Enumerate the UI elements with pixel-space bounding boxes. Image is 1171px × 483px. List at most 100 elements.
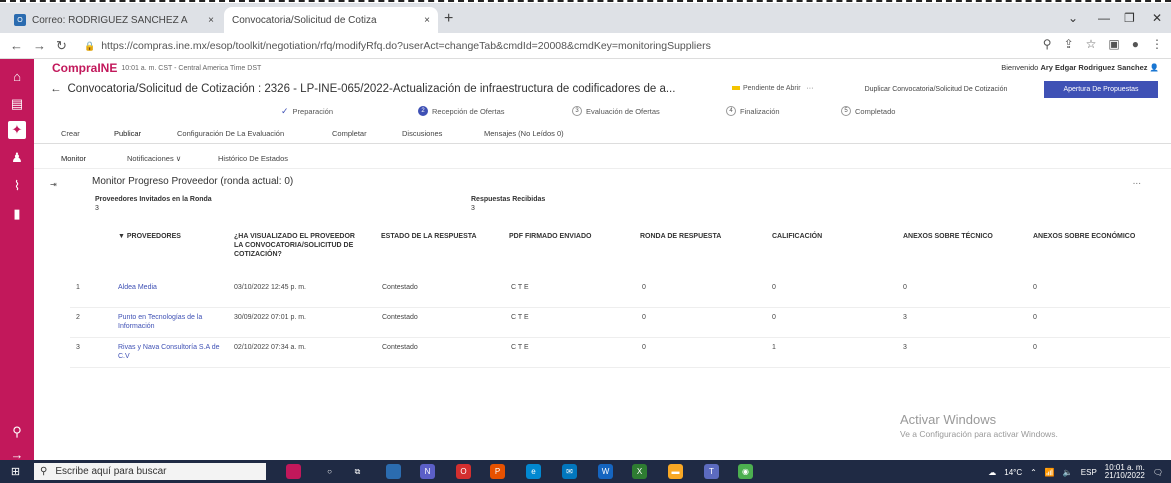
check-icon: ✓ [281, 106, 289, 116]
browser-tab-rfq[interactable]: Convocatoria/Solicitud de Cotiza × [224, 7, 438, 33]
menu-icon[interactable]: ⋮ [1151, 37, 1163, 51]
tab-publicar[interactable]: Publicar [114, 129, 141, 138]
reload-icon[interactable]: ↻ [56, 38, 67, 54]
minimize-icon[interactable]: — [1098, 11, 1110, 25]
more-icon[interactable]: ... [1133, 176, 1141, 187]
share-icon[interactable]: ⇪ [1064, 37, 1074, 51]
supplier-link[interactable]: Aldea Media [118, 283, 157, 292]
received-value: 3 [471, 205, 475, 212]
powerpoint-icon[interactable]: P [490, 464, 505, 479]
taskbar-search-input[interactable]: ⚲ Escribe aquí para buscar [34, 463, 266, 480]
table-row: 3 Rivas y Nava Consultoría S.A de C.V 02… [70, 334, 1170, 368]
app-logo[interactable]: CompraINE [52, 61, 117, 75]
tab-completar[interactable]: Completar [332, 129, 367, 138]
new-tab-button[interactable]: + [444, 10, 453, 28]
step-preparacion: ✓ Preparación [281, 106, 333, 116]
invited-value: 3 [95, 205, 99, 212]
col-pdf: PDF FIRMADO ENVIADO [509, 233, 592, 240]
panel-title: Monitor Progreso Proveedor (ronda actual… [92, 176, 294, 187]
table-row: 2 Punto en Tecnologías de la Información… [70, 304, 1170, 338]
user-icon: 👤 [1149, 63, 1159, 72]
people-icon[interactable]: ♟ [8, 149, 26, 167]
language[interactable]: ESP [1081, 468, 1097, 477]
assistant-icon[interactable] [286, 464, 301, 479]
step-evaluacion: 3 Evaluación de Ofertas [572, 106, 660, 116]
store-icon[interactable] [386, 464, 401, 479]
task-view-icon[interactable]: ⧉ [350, 464, 365, 479]
handshake-icon[interactable]: ✦ [8, 121, 26, 139]
monitor-panel: ⇥ Monitor Progreso Proveedor (ronda actu… [34, 170, 1171, 460]
outlook-icon: O [14, 14, 26, 26]
browser-tab-mail[interactable]: O Correo: RODRIGUEZ SANCHEZ A × [6, 7, 222, 33]
folder-icon[interactable]: ▮ [8, 205, 26, 223]
windows-start-icon[interactable]: ⊞ [8, 464, 23, 479]
activation-watermark: Activar Windows Ve a Configuración para … [900, 412, 1058, 439]
sidebar-icon[interactable]: ▣ [1108, 37, 1119, 51]
star-icon[interactable]: ☆ [1086, 37, 1097, 51]
zoom-icon[interactable]: ⚲ [1043, 37, 1052, 51]
close-window-icon[interactable]: ✕ [1152, 11, 1162, 25]
url-field[interactable]: 🔒 https://compras.ine.mx/esop/toolkit/ne… [84, 36, 1084, 56]
col-proveedores[interactable]: ▼ PROVEEDORES [118, 232, 181, 241]
tab-label: Correo: RODRIGUEZ SANCHEZ A [32, 14, 188, 26]
tab-configuracion[interactable]: Configuración De La Evaluación [177, 129, 284, 138]
opera-icon[interactable]: O [456, 464, 471, 479]
col-tecnico: ANEXOS SOBRE TÉCNICO [903, 233, 993, 240]
word-icon[interactable]: W [598, 464, 613, 479]
tab-label: Convocatoria/Solicitud de Cotiza [232, 14, 377, 26]
back-icon[interactable]: ← [10, 38, 23, 53]
search-icon: ⚲ [40, 466, 48, 477]
status-badge: Pendiente de Abrir ··· [732, 85, 813, 92]
supplier-link[interactable]: Punto en Tecnologías de la Información [118, 313, 228, 331]
collapse-icon[interactable]: ⇥ [50, 180, 57, 189]
subtab-historico[interactable]: Histórico De Estados [218, 154, 288, 163]
forward-icon[interactable]: → [33, 38, 46, 53]
tab-crear[interactable]: Crear [61, 129, 80, 138]
progress-stepper: ✓ Preparación 2 Recepción de Ofertas 3 Eval… [34, 103, 1171, 121]
main-tabs: Crear Publicar Configuración De La Evalu… [34, 124, 1171, 144]
maximize-icon[interactable]: ❐ [1124, 11, 1135, 25]
notifications-icon[interactable]: 🗨 [1153, 468, 1163, 477]
onenote-icon[interactable]: N [420, 464, 435, 479]
browser-tabbar: O Correo: RODRIGUEZ SANCHEZ A × Convocat… [0, 3, 1171, 33]
back-arrow-icon[interactable]: ← [50, 83, 62, 95]
chrome-icon[interactable]: ◉ [738, 464, 753, 479]
chart-icon[interactable]: ⌇ [8, 177, 26, 195]
page-title-bar: ← Convocatoria/Solicitud de Cotización :… [34, 77, 1171, 101]
close-icon[interactable]: × [424, 15, 430, 26]
subtab-monitor[interactable]: Monitor [61, 154, 86, 163]
duplicate-button[interactable]: Duplicar Convocatoria/Solicitud De Cotiz… [840, 81, 1032, 98]
col-estado: ESTADO DE LA RESPUESTA [381, 233, 477, 240]
col-calificacion: CALIFICACIÓN [772, 233, 823, 240]
supplier-link[interactable]: Rivas y Nava Consultoría S.A de C.V [118, 343, 230, 361]
cortana-icon[interactable]: ○ [322, 464, 337, 479]
address-bar: ← → ↻ 🔒 https://compras.ine.mx/esop/tool… [0, 33, 1171, 59]
tab-discusiones[interactable]: Discusiones [402, 129, 442, 138]
subtab-notificaciones[interactable]: Notificaciones ∨ [127, 154, 181, 163]
home-icon[interactable]: ⌂ [8, 67, 26, 85]
mail-icon[interactable]: ✉ [562, 464, 577, 479]
excel-icon[interactable]: X [632, 464, 647, 479]
chevron-down-icon[interactable]: ⌄ [1068, 11, 1078, 25]
network-icon[interactable]: 📶 [1045, 468, 1055, 477]
close-icon[interactable]: × [208, 15, 214, 26]
taskbar: ⊞ ⚲ Escribe aquí para buscar ○ ⧉ N O P e… [0, 460, 1171, 483]
teams-icon[interactable]: T [704, 464, 719, 479]
tray-chevron-icon[interactable]: ⌃ [1030, 468, 1037, 477]
volume-icon[interactable]: 🔈 [1063, 468, 1073, 477]
list-icon[interactable]: ▤ [8, 95, 26, 113]
edge-icon[interactable]: e [526, 464, 541, 479]
step-recepcion: 2 Recepción de Ofertas [418, 106, 505, 116]
explorer-icon[interactable]: ▬ [668, 464, 683, 479]
search-icon[interactable]: ⚲ [8, 423, 26, 441]
app-header: CompraINE 10:01 a. m. CST - Central Amer… [34, 59, 1171, 77]
tab-mensajes[interactable]: Mensajes (No Leídos 0) [484, 129, 564, 138]
profile-icon[interactable]: ● [1132, 37, 1139, 51]
weather-text[interactable]: 14°C [1004, 468, 1022, 477]
open-proposals-button[interactable]: Apertura De Propuestas [1044, 81, 1158, 98]
url-text: https://compras.ine.mx/esop/toolkit/nego… [101, 40, 711, 52]
lock-icon: 🔒 [84, 40, 96, 51]
clock[interactable]: 10:01 a. m. 21/10/2022 [1105, 464, 1145, 480]
received-label: Respuestas Recibidas [471, 196, 546, 203]
step-completado: 5 Completado [841, 106, 895, 116]
